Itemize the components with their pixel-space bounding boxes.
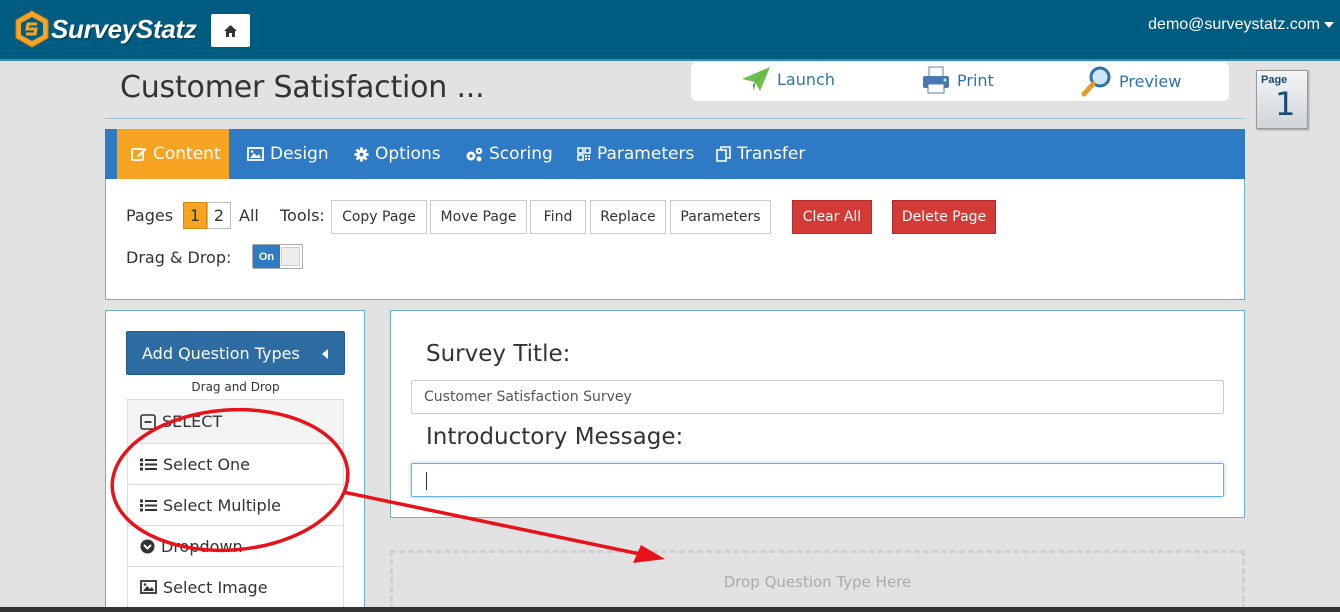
question-types-panel: Add Question Types Drag and Drop SELECT … [105, 310, 365, 612]
question-type-dropdown[interactable]: Dropdown [128, 526, 343, 567]
toggle-on-label: On [253, 245, 280, 268]
delete-page-button[interactable]: Delete Page [892, 200, 996, 234]
tab-content-label: Content [153, 144, 221, 164]
tools-panel: Pages 1 2 All Tools: Copy Page Move Page… [105, 179, 1245, 300]
caret-left-icon [322, 349, 328, 359]
home-icon [224, 24, 237, 37]
printer-icon [923, 66, 949, 94]
tab-scoring[interactable]: Scoring [465, 129, 553, 179]
parameters-button[interactable]: Parameters [670, 200, 771, 234]
tab-design[interactable]: Design [247, 129, 329, 179]
tab-scoring-label: Scoring [489, 144, 553, 164]
chevron-circle-down-icon [140, 539, 155, 553]
question-type-select-image[interactable]: Select Image [128, 567, 343, 608]
launch-label: Launch [777, 69, 835, 89]
move-page-button[interactable]: Move Page [430, 200, 527, 234]
minus-square-icon [140, 413, 156, 430]
drag-drop-label: Drag & Drop: [126, 248, 232, 267]
select-one-label: Select One [163, 454, 251, 474]
page-2-button[interactable]: 2 [207, 202, 231, 229]
user-menu[interactable]: demo@surveystatz.com [1148, 16, 1334, 34]
drag-drop-toggle[interactable]: On [252, 244, 303, 269]
page-badge-number: 1 [1275, 85, 1296, 123]
toggle-knob [281, 247, 300, 266]
tab-parameters[interactable]: Parameters [577, 129, 694, 179]
title-divider [105, 118, 1245, 119]
tab-options-label: Options [375, 144, 441, 164]
copy-icon [716, 146, 731, 162]
question-type-select-one[interactable]: Select One [128, 444, 343, 485]
bottom-edge [0, 607, 1340, 612]
gear-icon [354, 146, 369, 162]
edit-icon [131, 148, 147, 161]
tools-label: Tools: [280, 206, 325, 225]
preview-label: Preview [1119, 71, 1182, 91]
qrcode-icon [577, 147, 591, 161]
tab-content[interactable]: Content [117, 129, 229, 179]
tab-options[interactable]: Options [354, 129, 441, 179]
copy-page-button[interactable]: Copy Page [331, 200, 427, 234]
image-icon [247, 147, 264, 161]
paper-plane-icon [742, 67, 770, 91]
survey-title-input[interactable]: Customer Satisfaction Survey [411, 380, 1224, 414]
action-bar: Launch Print Preview [691, 62, 1229, 101]
tab-transfer[interactable]: Transfer [716, 129, 805, 179]
image-icon [140, 580, 157, 594]
survey-editor-panel: Survey Title: Customer Satisfaction Surv… [390, 310, 1245, 518]
dropdown-label: Dropdown [161, 536, 243, 556]
tab-transfer-label: Transfer [737, 144, 806, 164]
intro-message-label: Introductory Message: [426, 424, 684, 450]
drop-zone-label: Drop Question Type Here [723, 573, 912, 591]
question-type-list: SELECT Select One Select Multiple Dropdo… [127, 399, 344, 609]
app-name: SurveyStatz [51, 13, 197, 44]
list-icon [140, 458, 157, 470]
logo[interactable]: SurveyStatz [15, 10, 197, 48]
text-cursor [426, 472, 427, 490]
intro-message-input[interactable] [411, 463, 1224, 497]
add-question-types-button[interactable]: Add Question Types [126, 331, 345, 375]
question-drop-zone[interactable]: Drop Question Type Here [390, 550, 1245, 612]
print-label: Print [957, 70, 994, 90]
launch-button[interactable]: Launch [741, 65, 835, 93]
user-email: demo@surveystatz.com [1148, 16, 1320, 33]
question-type-select-multiple[interactable]: Select Multiple [128, 485, 343, 526]
select-group-header[interactable]: SELECT [128, 400, 343, 444]
find-button[interactable]: Find [530, 200, 586, 234]
add-question-types-label: Add Question Types [142, 343, 300, 363]
replace-button[interactable]: Replace [590, 200, 666, 234]
page-title: Customer Satisfaction ... [120, 70, 485, 105]
magnifier-icon [1081, 66, 1111, 97]
page-number-badge[interactable]: Page 1 [1256, 70, 1308, 129]
select-group-label: SELECT [162, 412, 223, 431]
select-image-label: Select Image [163, 577, 268, 597]
tab-bar: Content Design Options Scoring Parameter… [105, 129, 1245, 179]
tab-design-label: Design [270, 144, 329, 164]
pages-label: Pages [126, 206, 174, 225]
survey-title-label: Survey Title: [426, 341, 571, 367]
drag-drop-hint: Drag and Drop [191, 380, 280, 394]
print-button[interactable]: Print [921, 65, 994, 95]
logo-icon [15, 10, 49, 48]
caret-down-icon [1324, 22, 1334, 28]
tab-parameters-label: Parameters [597, 144, 695, 164]
top-bar: SurveyStatz demo@surveystatz.com [0, 0, 1340, 61]
list-icon [140, 499, 157, 511]
page-1-button[interactable]: 1 [183, 202, 207, 229]
home-button[interactable] [211, 14, 250, 47]
gears-icon [466, 147, 483, 161]
all-pages-link[interactable]: All [239, 206, 259, 225]
clear-all-button[interactable]: Clear All [792, 200, 872, 234]
preview-button[interactable]: Preview [1081, 65, 1181, 97]
select-multiple-label: Select Multiple [163, 495, 281, 515]
